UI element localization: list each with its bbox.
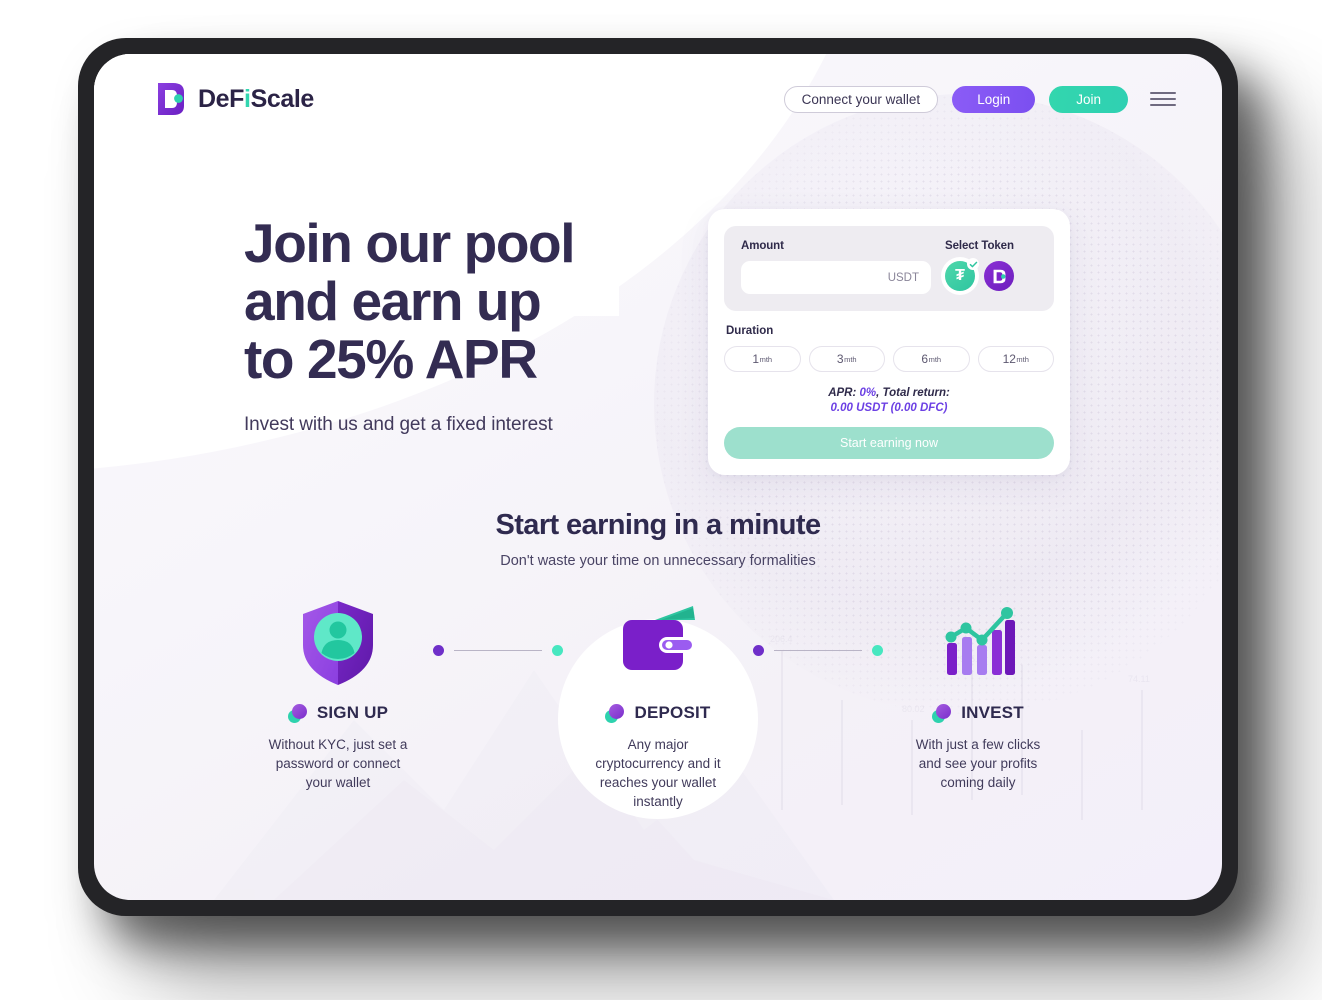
shield-user-icon <box>303 601 373 685</box>
steps-section: Start earning in a minute Don't waste yo… <box>94 509 1222 819</box>
step-title: INVEST <box>961 703 1024 722</box>
duration-number: 3 <box>836 352 844 366</box>
dfc-token-glyph <box>993 269 1005 283</box>
connector-line <box>454 649 542 652</box>
brand-name-suffix: Scale <box>250 84 315 113</box>
duration-unit: mth <box>759 354 773 364</box>
steps-heading: Start earning in a minute <box>495 509 822 541</box>
duration-label: Duration <box>726 325 774 337</box>
step-description: Without KYC, just set a password or conn… <box>268 737 408 790</box>
step-title-row: INVEST <box>883 703 1073 723</box>
step-title-row: DEPOSIT <box>563 703 753 723</box>
hero-title-line-2: and earn up <box>244 270 542 332</box>
select-token-label: Select Token <box>945 240 1014 252</box>
tether-glyph: ₮ <box>955 267 965 284</box>
apr-value: 0% <box>859 387 877 399</box>
step-connector-2 <box>753 645 883 656</box>
join-button[interactable]: Join <box>1049 85 1128 113</box>
connector-dot-purple <box>433 645 444 656</box>
duration-number: 12 <box>1002 352 1016 366</box>
hero-subtitle: Invest with us and get a fixed interest <box>244 414 553 435</box>
amount-input-wrapper[interactable]: USDT <box>741 261 931 294</box>
step-title: SIGN UP <box>316 703 389 722</box>
token-options: ₮ <box>945 258 1037 291</box>
investment-calculator-card: Amount USDT Select Token ₮ Duration 1 mt… <box>708 209 1070 475</box>
duration-number: 1 <box>752 352 760 366</box>
step-invest: INVEST With just a few clicks and see yo… <box>883 597 1073 792</box>
site-header: DeFiScale Connect your wallet Login Join <box>94 54 1222 144</box>
hero-title-line-3: to 25% APR <box>244 328 538 390</box>
duration-unit: mth <box>1016 354 1029 364</box>
step-bullet-icon <box>287 703 307 723</box>
duration-option-12mth[interactable]: 12 mth <box>977 346 1054 372</box>
step-art <box>563 597 753 689</box>
amount-input[interactable] <box>741 261 931 294</box>
step-deposit: DEPOSIT Any major cryptocurrency and it … <box>563 597 753 811</box>
dfc-token-icon[interactable] <box>984 261 1014 291</box>
steps-subheading: Don't waste your time on unnecessary for… <box>500 553 816 569</box>
brand-logo[interactable]: DeFiScale <box>156 82 314 116</box>
apr-prefix: APR: <box>828 387 860 399</box>
duration-number: 6 <box>921 352 929 366</box>
calculator-amount-panel: Amount USDT Select Token ₮ <box>724 226 1054 311</box>
steps-row: SIGN UP Without KYC, just set a password… <box>94 597 1222 819</box>
duration-options: 1 mth 3 mth 6 mth 12 mth <box>724 346 1054 372</box>
step-connector-1 <box>433 645 563 656</box>
brand-name-prefix: DeF <box>198 84 245 113</box>
amount-label: Amount <box>741 240 784 252</box>
connector-dot-teal <box>872 645 883 656</box>
hero-text-block: Join our pool and earn up to 25% APR Inv… <box>244 212 575 436</box>
apr-mid-text: , Total return: <box>876 387 950 399</box>
hero-title: Join our pool and earn up to 25% APR <box>244 212 575 390</box>
screenshot-stage: 94.07 206.4 80.02 915.12 74.11 <box>0 0 1322 1000</box>
connector-dot-teal <box>552 645 563 656</box>
duration-option-1mth[interactable]: 1 mth <box>724 346 801 372</box>
connect-wallet-button[interactable]: Connect your wallet <box>783 85 939 113</box>
header-actions: Connect your wallet Login Join <box>783 85 1176 113</box>
start-earning-button[interactable]: Start earning now <box>724 427 1054 459</box>
step-description: With just a few clicks and see your prof… <box>915 737 1041 790</box>
amount-field-block: Amount USDT <box>741 240 931 294</box>
tablet-device-frame: 94.07 206.4 80.02 915.12 74.11 <box>78 38 1238 916</box>
hamburger-menu-icon[interactable] <box>1150 89 1176 109</box>
duration-option-6mth[interactable]: 6 mth <box>893 346 970 372</box>
step-bullet-icon <box>932 703 952 723</box>
step-title: DEPOSIT <box>634 703 711 722</box>
select-token-block: Select Token ₮ <box>945 240 1037 291</box>
duration-option-3mth[interactable]: 3 mth <box>808 346 885 372</box>
total-return-value: 0.00 USDT (0.00 DFC) <box>830 401 948 414</box>
tablet-screen: 94.07 206.4 80.02 915.12 74.11 <box>94 54 1222 900</box>
duration-unit: mth <box>928 354 942 364</box>
step-art <box>883 597 1073 689</box>
step-art <box>243 597 433 689</box>
step-title-row: SIGN UP <box>243 703 433 723</box>
step-sign-up: SIGN UP Without KYC, just set a password… <box>243 597 433 792</box>
connector-line <box>774 649 862 652</box>
duration-unit: mth <box>844 354 857 364</box>
hero-title-line-1: Join our pool <box>244 212 575 274</box>
token-selected-check-icon <box>967 258 979 270</box>
step-description: Any major cryptocurrency and it reaches … <box>595 737 721 809</box>
connector-dot-purple <box>753 645 764 656</box>
tether-token-icon[interactable]: ₮ <box>945 258 979 291</box>
apr-summary: APR: 0%, Total return: 0.00 USDT (0.00 D… <box>724 386 1054 415</box>
growth-chart-icon <box>945 607 1015 675</box>
wallet-icon <box>623 606 695 670</box>
step-bullet-icon <box>605 703 625 723</box>
defiscale-logo-icon <box>158 83 184 115</box>
login-button[interactable]: Login <box>952 85 1036 113</box>
brand-name: DeFiScale <box>198 85 314 114</box>
